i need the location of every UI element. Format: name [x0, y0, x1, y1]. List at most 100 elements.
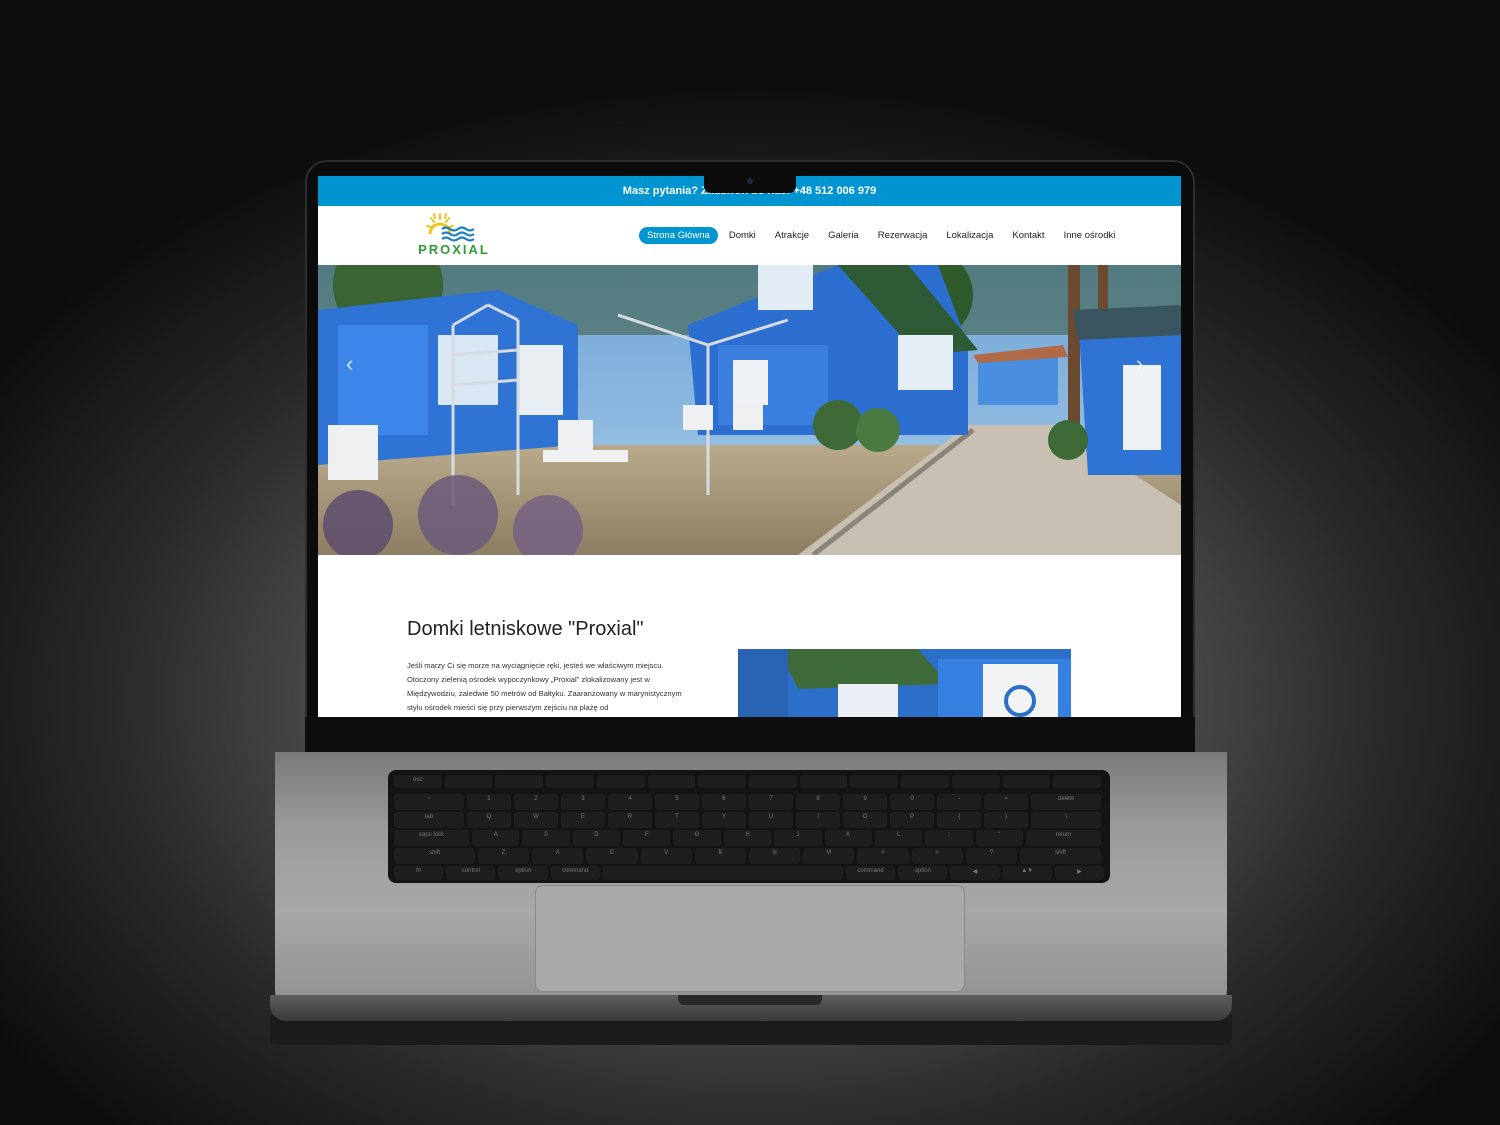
keyboard-key[interactable]: fn [394, 866, 444, 880]
keyboard-key[interactable]: = [984, 794, 1029, 810]
keyboard-key[interactable]: 0 [890, 794, 935, 810]
keyboard-key[interactable]: N [749, 848, 801, 864]
keyboard-key[interactable]: 2 [513, 794, 558, 810]
keyboard-key[interactable]: J [774, 830, 822, 846]
nav-item[interactable]: Kontakt [1004, 227, 1052, 244]
keyboard-key[interactable]: I [796, 812, 841, 828]
keyboard-key[interactable]: C [586, 848, 638, 864]
keyboard-key[interactable]: E [560, 812, 605, 828]
keyboard-key[interactable] [647, 775, 696, 788]
keyboard-key[interactable] [951, 775, 1000, 788]
slider-prev-chevron-left-icon[interactable]: ‹ [346, 353, 353, 375]
keyboard-key[interactable]: ◀ [950, 866, 1000, 880]
keyboard-key[interactable]: esc [394, 775, 442, 788]
keyboard-key[interactable]: T [654, 812, 699, 828]
keyboard-key[interactable]: K [824, 830, 872, 846]
keyboard-key[interactable] [1053, 775, 1101, 788]
nav-item[interactable]: Domki [721, 227, 764, 244]
hero-slider: ‹ › [318, 265, 1181, 555]
keyboard-key[interactable]: O [843, 812, 888, 828]
keyboard-key[interactable]: L [874, 830, 923, 846]
keyboard-key[interactable]: option [498, 866, 548, 880]
keyboard-key[interactable]: H [723, 830, 772, 846]
keyboard-key[interactable]: D [572, 830, 621, 846]
intro-paragraph: Jeśli marzy Ci się morze na wyciągnięcie… [407, 661, 682, 712]
keyboard-key[interactable]: 4 [607, 794, 652, 810]
keyboard-key[interactable]: delete [1031, 794, 1101, 810]
trackpad[interactable] [535, 885, 965, 992]
keyboard-key[interactable]: tab [394, 812, 464, 828]
keyboard-key[interactable]: 9 [843, 794, 888, 810]
keyboard-key[interactable]: shift [1019, 848, 1101, 864]
webcam-icon [747, 178, 753, 184]
keyboard-key[interactable]: shift [394, 848, 475, 864]
keyboard-key[interactable] [749, 775, 797, 788]
keyboard-key[interactable]: P [890, 812, 935, 828]
main-menu: Strona Główna Domki Atrakcje Galeria Rezerwa… [639, 227, 1126, 244]
keyboard-key[interactable]: - [937, 794, 982, 810]
keyboard-key[interactable]: " [975, 830, 1023, 846]
keyboard-key[interactable]: ▶ [1054, 866, 1104, 880]
keyboard-key[interactable] [850, 775, 899, 788]
intro-section: Domki letniskowe "Proxial" Jeśli marzy C… [318, 555, 1181, 717]
keyboard-key[interactable]: Q [466, 812, 511, 828]
keyboard-key[interactable]: M [803, 848, 855, 864]
nav-item[interactable]: Galeria [820, 227, 867, 244]
keyboard-key[interactable] [444, 775, 493, 788]
keyboard-key[interactable]: S [522, 830, 570, 846]
keyboard-key[interactable]: < [857, 848, 909, 864]
keyboard-key[interactable]: ▲▼ [1002, 866, 1052, 880]
keyboard-key[interactable]: 7 [749, 794, 794, 810]
keyboard-key[interactable]: A [472, 830, 520, 846]
nav-item[interactable]: Atrakcje [767, 227, 817, 244]
keyboard-key[interactable]: 6 [701, 794, 746, 810]
keyboard-key[interactable] [495, 775, 544, 788]
keyboard-key[interactable]: ? [965, 848, 1017, 864]
keyboard-key[interactable]: command [845, 866, 896, 880]
site-logo[interactable]: PROXIAL [414, 212, 494, 258]
keyboard-key[interactable] [602, 866, 843, 880]
intro-title: Domki letniskowe "Proxial" [407, 618, 644, 640]
keyboard-key[interactable]: { [937, 812, 982, 828]
nav-item[interactable]: Inne ośrodki [1056, 227, 1124, 244]
keyboard-key[interactable] [596, 775, 645, 788]
slider-next-chevron-right-icon[interactable]: › [1136, 353, 1143, 375]
logo-text: PROXIAL [418, 242, 490, 257]
keyboard-key[interactable]: U [749, 812, 794, 828]
keyboard-key[interactable] [546, 775, 594, 788]
keyboard-key[interactable]: F [623, 830, 671, 846]
keyboard-key[interactable]: return [1025, 830, 1101, 846]
keyboard-key[interactable]: G [673, 830, 721, 846]
keyboard-key[interactable] [799, 775, 848, 788]
keyboard-key[interactable]: > [911, 848, 963, 864]
keyboard-key[interactable]: B [694, 848, 746, 864]
keyboard-key[interactable]: command [550, 866, 600, 880]
keyboard-key[interactable]: Z [478, 848, 530, 864]
nav-item[interactable]: Strona Główna [639, 227, 718, 244]
keyboard-key[interactable]: 3 [560, 794, 605, 810]
keyboard-key[interactable]: ~ [394, 794, 464, 810]
keyboard-key[interactable]: V [640, 848, 692, 864]
keyboard-key[interactable]: caps lock [394, 830, 470, 846]
keyboard-key[interactable] [901, 775, 949, 788]
nav-item[interactable]: Lokalizacja [938, 227, 1001, 244]
cottage-thumbnail-image [738, 649, 1071, 717]
keyboard-key[interactable]: R [607, 812, 652, 828]
keyboard-key[interactable]: X [532, 848, 584, 864]
keyboard-key[interactable]: \ [1031, 812, 1101, 828]
hero-image-summer-cottages [318, 265, 1181, 555]
keyboard-key[interactable] [1002, 775, 1051, 788]
keyboard-key[interactable]: W [513, 812, 558, 828]
nav-item[interactable]: Rezerwacja [870, 227, 936, 244]
keyboard-key[interactable]: control [446, 866, 496, 880]
keyboard-key[interactable]: 8 [796, 794, 841, 810]
keyboard-key[interactable] [698, 775, 746, 788]
keyboard-key[interactable]: 5 [654, 794, 699, 810]
keyboard-key[interactable]: 1 [466, 794, 511, 810]
keyboard-key[interactable]: option [898, 866, 948, 880]
laptop-bezel-bottom [305, 717, 1195, 752]
keyboard-key[interactable]: } [984, 812, 1029, 828]
site-header: PROXIAL Strona Główna Domki Atrakcje Galeri… [318, 206, 1181, 265]
keyboard-key[interactable]: Y [701, 812, 746, 828]
keyboard-key[interactable]: : [925, 830, 973, 846]
